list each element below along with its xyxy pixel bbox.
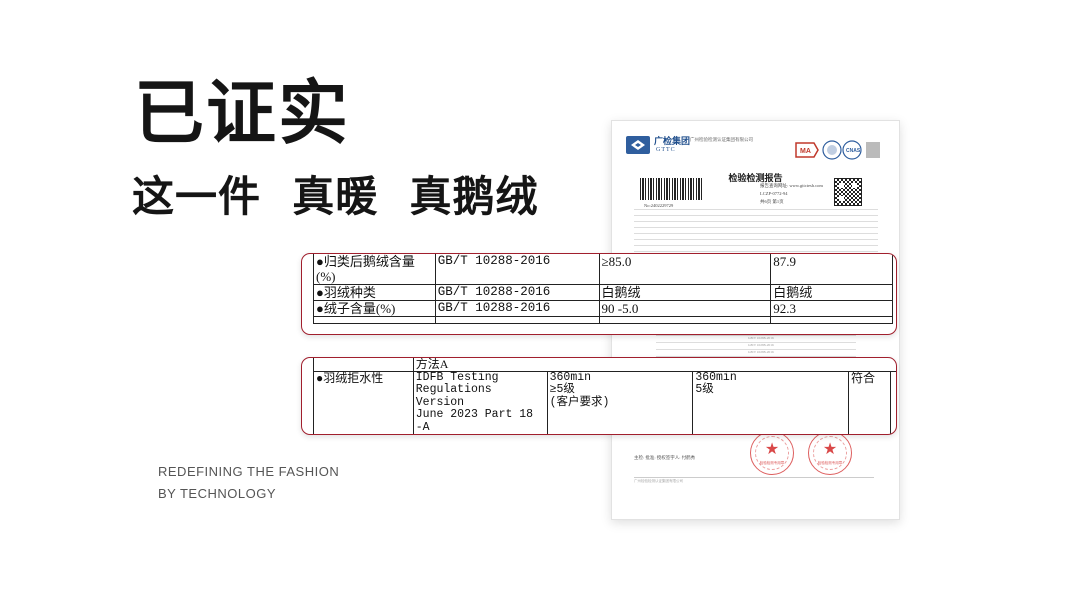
requirement-line: (客户要求)	[549, 395, 610, 409]
water-repellency-table: 方法A ●羽绒拒水性 IDFB Testing Regulations Vers…	[313, 358, 896, 434]
footer-divider	[634, 477, 874, 478]
barcode-icon	[640, 178, 702, 200]
table-row: ●绒子含量(%) GB/T 10288-2016 90 -5.0 92.3	[313, 300, 893, 317]
seal-text: 检验检测专用章	[759, 461, 785, 465]
report-code: LCZP-0772-94	[760, 191, 788, 196]
bullet-icon: ●	[316, 254, 324, 269]
zoom-callout-down-content: ●归类后鹅绒含量(%) GB/T 10288-2016 ≥85.0 87.9 ●…	[301, 253, 897, 335]
table-cell-result: 360min 5级	[692, 370, 850, 434]
report-table-cell: GB/T 10288-2016	[748, 343, 774, 347]
table-cell-requirement: 白鹅绒	[598, 284, 772, 301]
table-cell-judgement: 符合	[848, 370, 891, 434]
bullet-icon: ●	[316, 285, 324, 300]
table-row: ●羽绒种类 GB/T 10288-2016 白鹅绒 白鹅绒	[313, 284, 893, 301]
table-cell-item: ●羽绒拒水性	[313, 370, 414, 434]
item-label: 绒子含量(%)	[323, 301, 396, 316]
table-cell-item: ●归类后鹅绒含量(%)	[313, 254, 436, 285]
seal-star-icon: ★	[822, 439, 838, 458]
report-brand-en: GTTC	[656, 147, 676, 153]
seal-star-icon: ★	[764, 439, 780, 458]
table-cell-result: 87.9	[770, 254, 893, 285]
qr-code-icon	[834, 178, 862, 206]
report-signer: 主检: 批准: 授权签字人: 付鹤秀	[634, 455, 696, 460]
table-cell-item: ●绒子含量(%)	[313, 300, 436, 317]
table-cell-standard: IDFB Testing Regulations Version June 20…	[412, 370, 548, 434]
report-table-cell: GB/T 10288-2016	[748, 336, 774, 340]
table-row	[313, 316, 893, 324]
zoom-callout-water-repellency: 方法A ●羽绒拒水性 IDFB Testing Regulations Vers…	[301, 357, 897, 435]
report-page-count: 共6页 第1页	[760, 199, 784, 204]
headline: 已证实	[134, 72, 350, 154]
result-line: 5级	[695, 383, 714, 396]
inspection-seal-stamp: ★ 检验检测专用章	[808, 431, 852, 475]
table-row: ●羽绒拒水性 IDFB Testing Regulations Version …	[313, 370, 896, 434]
standard-line: -A	[415, 420, 430, 434]
report-info-lines	[634, 209, 878, 257]
table-row: ●归类后鹅绒含量(%) GB/T 10288-2016 ≥85.0 87.9	[313, 254, 893, 285]
table-row: 方法A	[313, 358, 896, 372]
gttc-logo-icon	[626, 136, 650, 154]
table-cell-standard: GB/T 10288-2016	[434, 300, 600, 317]
table-cell-result: 白鹅绒	[770, 284, 893, 301]
svg-text:MA: MA	[800, 148, 811, 155]
seal-text: 检验检测专用章	[817, 461, 843, 465]
table-cell-requirement: 360min ≥5级 (客户要求)	[546, 370, 694, 434]
report-org: 广州检验检测认证集团有限公司	[690, 137, 753, 142]
down-content-table: ●归类后鹅绒含量(%) GB/T 10288-2016 ≥85.0 87.9 ●…	[313, 254, 893, 324]
inspection-seal-stamp: ★ 检验检测专用章	[750, 431, 794, 475]
requirement-line: ≥5级	[549, 383, 575, 396]
report-number: No:2402229729	[644, 203, 674, 208]
tagline-line-2: BY TECHNOLOGY	[158, 486, 276, 501]
table-cell-requirement: 90 -5.0	[598, 300, 772, 317]
standard-line: Regulations Version	[415, 383, 492, 409]
tagline-line-1: REDEFINING THE FASHION	[158, 464, 340, 479]
item-label: 归类后鹅绒含量(%)	[316, 254, 415, 284]
subheadline: 这一件 真暖 真鹅绒	[132, 172, 539, 221]
certification-badges-icon: MA CNAS	[795, 140, 880, 160]
table-cell-requirement: ≥85.0	[598, 254, 772, 285]
standard-line: June 2023 Part 18	[415, 408, 534, 421]
report-query-url: 报告查询网址: www.gttctesh.com	[760, 183, 823, 188]
result-line: 360min	[695, 370, 737, 384]
report-table-cell: GB/T 10288-2016	[748, 350, 774, 354]
table-cell-standard: GB/T 10288-2016	[434, 254, 600, 285]
report-brand: 广检集团	[654, 136, 691, 146]
table-cell-standard: GB/T 10288-2016	[434, 284, 600, 301]
item-label: 羽绒种类	[323, 285, 376, 300]
table-cell-item: ●羽绒种类	[313, 284, 436, 301]
table-cell-result: 92.3	[770, 300, 893, 317]
svg-text:CNAS: CNAS	[846, 148, 861, 154]
bullet-icon: ●	[316, 301, 324, 316]
item-label: 羽绒拒水性	[323, 370, 384, 385]
table-cell-method: 方法A	[412, 358, 896, 372]
report-footer: 广州检验检测认证集团有限公司	[634, 479, 683, 483]
